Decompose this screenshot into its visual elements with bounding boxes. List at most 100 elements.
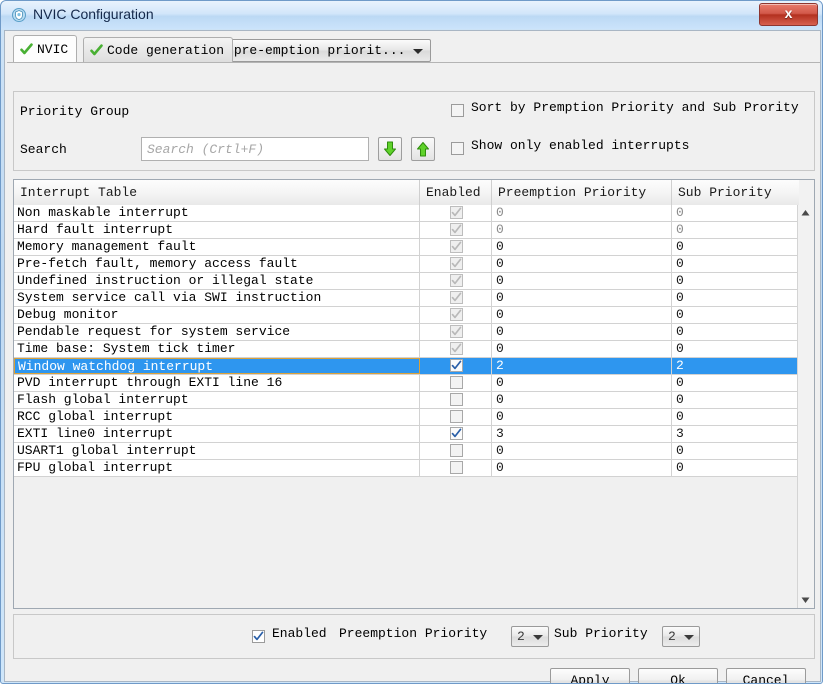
column-header-preemption-priority[interactable]: Preemption Priority bbox=[492, 180, 672, 205]
row-enabled-checkbox[interactable] bbox=[450, 393, 463, 406]
cell-enabled[interactable] bbox=[420, 307, 492, 323]
cell-enabled[interactable] bbox=[420, 324, 492, 340]
table-vertical-scrollbar[interactable] bbox=[797, 205, 814, 608]
row-enabled-checkbox bbox=[450, 274, 463, 287]
cell-interrupt-name: Memory management fault bbox=[14, 239, 420, 255]
cell-interrupt-name: Debug monitor bbox=[14, 307, 420, 323]
search-input[interactable] bbox=[141, 137, 369, 161]
table-row[interactable]: Memory management fault 0 0 bbox=[14, 239, 799, 256]
table-row[interactable]: Non maskable interrupt 0 0 bbox=[14, 205, 799, 222]
apply-button[interactable]: Apply bbox=[550, 668, 630, 683]
checkmark-icon bbox=[451, 241, 462, 251]
cell-interrupt-name: Hard fault interrupt bbox=[14, 222, 420, 238]
row-enabled-checkbox[interactable] bbox=[450, 376, 463, 389]
checkmark-icon bbox=[451, 275, 462, 285]
row-enabled-checkbox bbox=[450, 257, 463, 270]
cell-enabled[interactable] bbox=[420, 443, 492, 459]
row-enabled-checkbox[interactable] bbox=[450, 444, 463, 457]
cell-sub-priority: 0 bbox=[676, 443, 684, 458]
column-header-enabled[interactable]: Enabled bbox=[420, 180, 492, 205]
cell-preemption-priority: 0 bbox=[492, 205, 672, 221]
scroll-up-arrow-icon[interactable] bbox=[798, 205, 813, 221]
table-row[interactable]: Debug monitor 0 0 bbox=[14, 307, 799, 324]
priority-group-label: Priority Group bbox=[20, 104, 130, 119]
cell-preemption-priority: 0 bbox=[492, 222, 672, 238]
tab-code-generation[interactable]: Code generation bbox=[83, 37, 234, 62]
cell-sub-priority: 0 bbox=[676, 460, 684, 475]
cell-enabled[interactable] bbox=[420, 392, 492, 408]
table-row[interactable]: Time base: System tick timer 0 0 bbox=[14, 341, 799, 358]
table-row[interactable]: Hard fault interrupt 0 0 bbox=[14, 222, 799, 239]
row-enabled-checkbox bbox=[450, 240, 463, 253]
tab-nvic[interactable]: NVIC bbox=[13, 35, 78, 62]
cell-interrupt-name: Non maskable interrupt bbox=[14, 205, 420, 221]
sort-by-priority-checkbox[interactable] bbox=[451, 104, 464, 117]
table-row[interactable]: Flash global interrupt 0 0 bbox=[14, 392, 799, 409]
enabled-checkbox[interactable] bbox=[252, 630, 265, 643]
preemption-priority-select[interactable]: 2 bbox=[511, 626, 549, 647]
cell-enabled[interactable] bbox=[420, 239, 492, 255]
column-header-interrupt-table[interactable]: Interrupt Table bbox=[14, 180, 420, 205]
cell-interrupt-name: Window watchdog interrupt bbox=[14, 358, 420, 374]
cell-enabled[interactable] bbox=[420, 222, 492, 238]
cell-enabled[interactable] bbox=[420, 273, 492, 289]
search-next-button[interactable] bbox=[378, 137, 402, 161]
cell-preemption-priority: 0 bbox=[492, 256, 672, 272]
show-only-enabled-checkbox[interactable] bbox=[451, 142, 464, 155]
shield-icon bbox=[12, 8, 26, 22]
table-row[interactable]: Pre-fetch fault, memory access fault 0 0 bbox=[14, 256, 799, 273]
green-check-icon bbox=[20, 42, 33, 56]
row-enabled-checkbox[interactable] bbox=[450, 359, 463, 372]
table-row[interactable]: EXTI line0 interrupt 3 3 bbox=[14, 426, 799, 443]
table-row[interactable]: USART1 global interrupt 0 0 bbox=[14, 443, 799, 460]
cell-interrupt-name: Flash global interrupt bbox=[14, 392, 420, 408]
table-row[interactable]: Undefined instruction or illegal state 0 0 bbox=[14, 273, 799, 290]
cell-interrupt-name: Pre-fetch fault, memory access fault bbox=[14, 256, 420, 272]
cell-enabled[interactable] bbox=[420, 358, 492, 374]
dialog-footer: Apply Ok Cancel bbox=[13, 664, 815, 683]
sub-priority-select[interactable]: 2 bbox=[662, 626, 700, 647]
cell-interrupt-name: USART1 global interrupt bbox=[14, 443, 420, 459]
cell-sub-priority: 0 bbox=[676, 239, 684, 254]
table-row[interactable]: FPU global interrupt 0 0 bbox=[14, 460, 799, 477]
cell-preemption-priority: 0 bbox=[492, 341, 672, 357]
table-row[interactable]: System service call via SWI instruction 0… bbox=[14, 290, 799, 307]
sub-priority-value: 2 bbox=[668, 629, 676, 644]
cell-enabled[interactable] bbox=[420, 341, 492, 357]
cell-enabled[interactable] bbox=[420, 375, 492, 391]
cell-enabled[interactable] bbox=[420, 426, 492, 442]
row-enabled-checkbox[interactable] bbox=[450, 427, 463, 440]
close-button[interactable]: x bbox=[759, 3, 818, 26]
table-row[interactable]: RCC global interrupt 0 0 bbox=[14, 409, 799, 426]
column-header-sub-priority[interactable]: Sub Priority bbox=[672, 180, 799, 205]
cell-interrupt-name: System service call via SWI instruction bbox=[14, 290, 420, 306]
scroll-down-arrow-icon[interactable] bbox=[798, 592, 813, 608]
cell-interrupt-name: PVD interrupt through EXTI line 16 bbox=[14, 375, 420, 391]
cell-enabled[interactable] bbox=[420, 409, 492, 425]
cancel-button[interactable]: Cancel bbox=[726, 668, 806, 683]
row-enabled-checkbox[interactable] bbox=[450, 461, 463, 474]
interrupt-table: Interrupt Table Enabled Preemption Prior… bbox=[13, 179, 815, 609]
cell-enabled[interactable] bbox=[420, 290, 492, 306]
table-row[interactable]: PVD interrupt through EXTI line 16 0 0 bbox=[14, 375, 799, 392]
table-row[interactable]: Pendable request for system service 0 0 bbox=[14, 324, 799, 341]
search-previous-button[interactable] bbox=[411, 137, 435, 161]
checkmark-icon bbox=[451, 326, 462, 336]
ok-button[interactable]: Ok bbox=[638, 668, 718, 683]
cell-preemption-priority: 0 bbox=[492, 375, 672, 391]
green-check-icon bbox=[90, 43, 103, 57]
checkmark-icon bbox=[451, 292, 462, 302]
row-enabled-checkbox[interactable] bbox=[450, 410, 463, 423]
title-bar: NVIC Configuration x bbox=[1, 1, 822, 29]
table-row[interactable]: Window watchdog interrupt 2 2 bbox=[14, 358, 799, 375]
cell-enabled[interactable] bbox=[420, 256, 492, 272]
tab-code-generation-label: Code generation bbox=[107, 42, 225, 58]
cell-preemption-priority: 0 bbox=[492, 307, 672, 323]
close-icon: x bbox=[784, 5, 793, 21]
cell-preemption-priority: 2 bbox=[492, 358, 672, 374]
green-arrow-up-icon bbox=[417, 142, 429, 157]
row-enabled-checkbox bbox=[450, 291, 463, 304]
cell-enabled[interactable] bbox=[420, 460, 492, 476]
cell-enabled[interactable] bbox=[420, 205, 492, 221]
cell-interrupt-name: Undefined instruction or illegal state bbox=[14, 273, 420, 289]
